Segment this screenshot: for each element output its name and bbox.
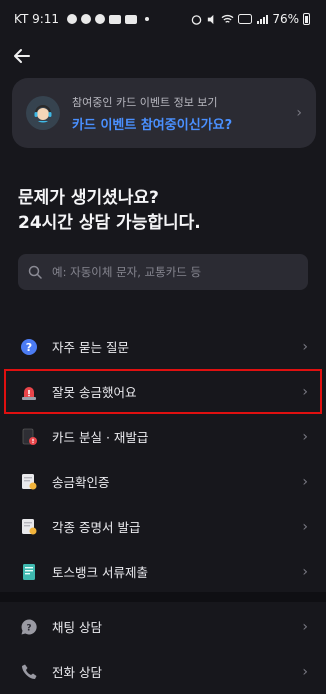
facebook-icon — [81, 14, 92, 24]
menu-item-toss-bank-documents[interactable]: 토스뱅크 서류제출 › — [0, 549, 326, 594]
back-button[interactable] — [10, 44, 34, 68]
card-event-banner[interactable]: 참여중인 카드 이벤트 정보 보기 카드 이벤트 참여중이신가요? › — [12, 78, 316, 148]
phone-icon — [20, 663, 38, 681]
chevron-right-icon: › — [296, 105, 302, 121]
chat-icon: ? — [20, 618, 38, 636]
signal-icon — [257, 14, 269, 24]
youtube-icon-2 — [125, 14, 138, 24]
chevron-right-icon: › — [302, 618, 308, 635]
lte-icon — [238, 14, 253, 24]
document-icon — [20, 518, 38, 536]
question-icon: ? — [20, 338, 38, 356]
wifi-icon — [221, 14, 234, 23]
chevron-right-icon: › — [302, 428, 308, 445]
menu-item-label: 카드 분실 · 재발급 — [52, 430, 149, 445]
submit-document-icon — [20, 563, 38, 581]
battery-level: 76% — [272, 12, 299, 26]
chevron-right-icon: › — [302, 518, 308, 535]
c-app-icon — [95, 14, 106, 24]
chevron-right-icon: › — [302, 563, 308, 580]
mute-icon — [208, 14, 214, 24]
menu-item-label: 각종 증명서 발급 — [52, 520, 141, 535]
support-agent-icon — [26, 96, 60, 130]
arrow-left-icon — [14, 49, 30, 63]
menu-item-wrong-transfer[interactable]: 잘못 송금했어요 › — [4, 369, 322, 414]
page-title-line2: 24시간 상담 가능합니다. — [18, 213, 201, 233]
chevron-right-icon: › — [302, 338, 308, 355]
event-title: 카드 이벤트 참여중이신가요? — [72, 117, 233, 133]
page-title: 문제가 생기셨나요? 24시간 상담 가능합니다. — [18, 186, 308, 236]
chevron-right-icon: › — [302, 383, 308, 400]
consult-menu: ? 채팅 상담 › 전화 상담 › — [0, 604, 326, 694]
menu-item-card-lost[interactable]: 카드 분실 · 재발급 › — [0, 414, 326, 459]
menu-item-label: 채팅 상담 — [52, 620, 102, 635]
section-divider — [0, 592, 326, 602]
search-icon — [28, 265, 42, 279]
menu-item-label: 잘못 송금했어요 — [52, 385, 137, 400]
menu-item-certificates[interactable]: 각종 증명서 발급 › — [0, 504, 326, 549]
search-input[interactable] — [50, 264, 298, 280]
menu-item-label: 송금확인증 — [52, 475, 110, 490]
page-title-line1: 문제가 생기셨나요? — [18, 188, 159, 208]
chevron-right-icon: › — [302, 663, 308, 680]
event-subtitle: 참여중인 카드 이벤트 정보 보기 — [72, 95, 218, 109]
siren-icon — [20, 383, 38, 401]
status-bar: KT 9:11 76% — [0, 0, 326, 38]
alarm-icon — [192, 14, 202, 25]
carrier-time: KT 9:11 — [14, 12, 60, 26]
help-menu: ? 자주 묻는 질문 › 잘못 송금했어요 › 카드 분실 · 재발급 › 송금… — [0, 324, 326, 594]
menu-item-label: 토스뱅크 서류제출 — [52, 565, 148, 580]
youtube-icon — [109, 14, 122, 24]
more-notifications-icon — [145, 17, 150, 21]
menu-item-label: 전화 상담 — [52, 665, 102, 680]
search-box[interactable] — [18, 254, 308, 290]
card-lost-icon — [20, 428, 38, 446]
battery-icon — [303, 13, 310, 25]
chevron-right-icon: › — [302, 473, 308, 490]
talk-icon — [67, 14, 78, 24]
menu-item-phone-consult[interactable]: 전화 상담 › — [0, 649, 326, 694]
svg-text:?: ? — [26, 623, 31, 633]
menu-item-faq[interactable]: ? 자주 묻는 질문 › — [0, 324, 326, 369]
menu-item-transfer-certificate[interactable]: 송금확인증 › — [0, 459, 326, 504]
svg-text:?: ? — [26, 341, 32, 354]
menu-item-label: 자주 묻는 질문 — [52, 340, 129, 355]
certificate-icon — [20, 473, 38, 491]
menu-item-chat-consult[interactable]: ? 채팅 상담 › — [0, 604, 326, 649]
